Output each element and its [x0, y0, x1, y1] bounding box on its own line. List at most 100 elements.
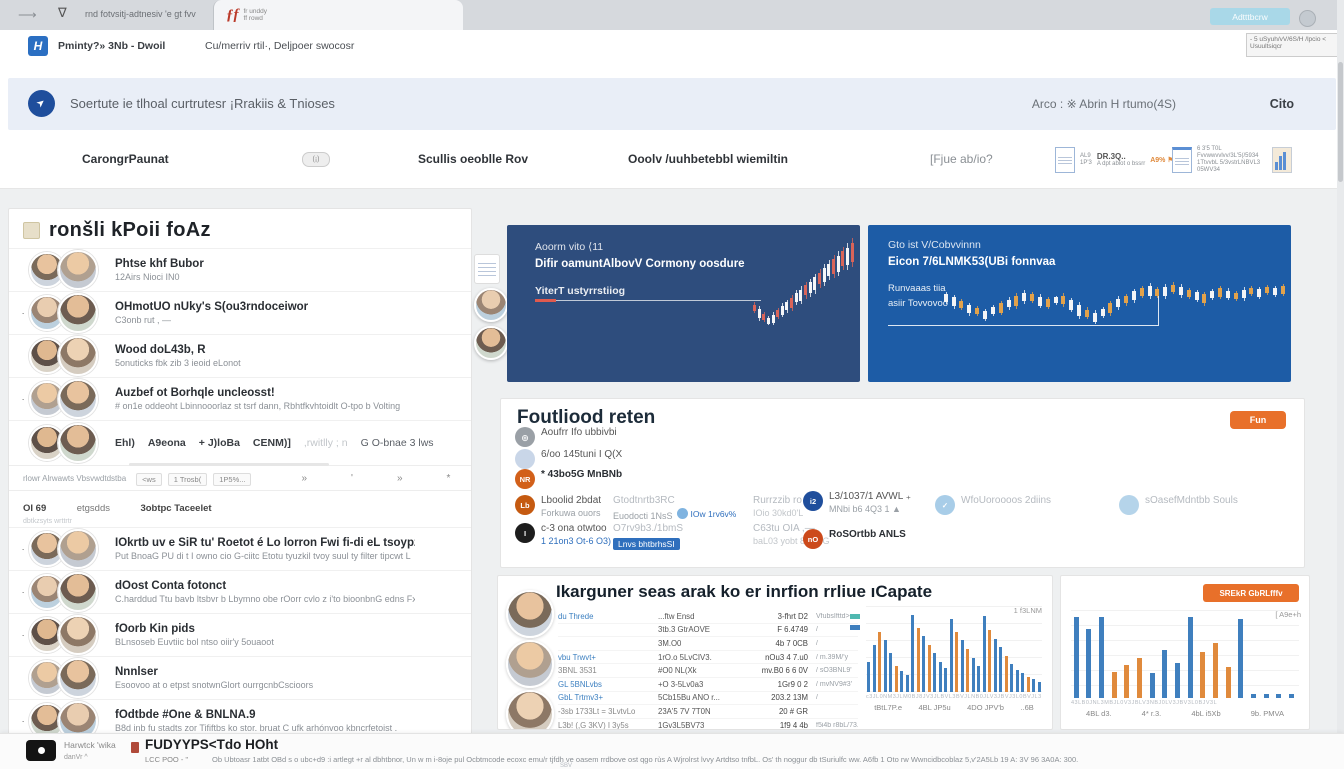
cell-change: / m.39M/'y	[808, 654, 858, 661]
market-table-row[interactable]: 3tb.3 GtrAOVEF 6.4749/	[558, 624, 858, 638]
watchlist-item-icon: I	[515, 523, 535, 543]
person-row[interactable]: ∙dOost Conta fotonctC.harddud Ttu bavb l…	[9, 570, 471, 613]
cell-change: /	[808, 694, 858, 701]
market-table-row[interactable]: 3M.O04b 7 0CB/	[558, 637, 858, 651]
market-avatar[interactable]	[506, 690, 554, 730]
nav-item-1[interactable]: CarongrPaunat	[82, 152, 169, 166]
market-table-row[interactable]: GbL Trtmv3+5Cb15Bu ANO r...203.2 13M/	[558, 692, 858, 706]
market-table-row[interactable]: 3BNL 3531#O0 NL(Xkmv.B0 6 6 0V/ sO3BNL9'	[558, 664, 858, 678]
person-row[interactable]: Wood doL43b, R5onuticks fbk zib 3 ieoid …	[9, 334, 471, 377]
market-table-row[interactable]: vbu Trwvt+1rO.o 5LvCIV3.nOu3 4 7.u0/ m.3…	[558, 651, 858, 665]
hero-left-link[interactable]: YiterT ustyrrstiiog	[535, 285, 625, 297]
person-name[interactable]: fOdtbde #One & BNLNA.9	[115, 709, 397, 721]
nav-item-2[interactable]: Scullis oeoblle Rov	[418, 152, 528, 166]
market-table-row[interactable]: du Threde...ftw Ensd3-fhrt D2VfubsIfttd>	[558, 610, 858, 624]
market-table-row[interactable]: GL 5BNLvbs+O 3-5Lv0a31Gr9 0 2/ mvNV9#3'	[558, 678, 858, 692]
market-table-row[interactable]: -3sb 1733Lt = 3LvtvLo23A'5 7V 7T0N20 # G…	[558, 705, 858, 719]
person-row[interactable]: ∙Auzbef ot Borhqle uncleosst!# on1e odde…	[9, 377, 471, 420]
person-subtitle: B8d inb fu stadts zor Tififtbs ko stor. …	[115, 723, 397, 733]
pager-pill[interactable]: 1 Trosb(	[168, 473, 208, 486]
person-name[interactable]: IOkrtb uv e SiR tu' Roetot é Lo lorron F…	[115, 537, 415, 549]
person-name[interactable]: dOost Conta fotonct	[115, 580, 415, 592]
watchlist-item[interactable]: nORoSOrtbb ANLS	[803, 529, 906, 549]
floating-avatar[interactable]	[474, 288, 508, 322]
market-table-row[interactable]: L3b! (,G 3KV) I 3y5s1Gv3L5BV731f9 4 4bf5…	[558, 719, 858, 730]
pager-pill[interactable]: <ws	[136, 473, 162, 486]
profile-circle-icon[interactable]	[1299, 10, 1316, 27]
person-row[interactable]: Phtse khf Bubor 12Airs Nioci IN0	[9, 248, 471, 291]
hero-card-futures[interactable]: Gto ist V/Cobvvinnn Eicon 7/6LNMK53(UBi …	[868, 225, 1291, 382]
cookie-vendor-label: Harwtck 'wika	[64, 740, 116, 750]
watchlist-item[interactable]: LbLboolid 2bdatForkuwa ouors	[515, 495, 601, 518]
back-arrow-icon[interactable]: ⟶	[18, 7, 37, 23]
pager-arrow[interactable]: »	[301, 473, 307, 484]
person-row[interactable]: ∙IOkrtb uv e SiR tu' Roetot é Lo lorron …	[9, 527, 471, 570]
watchlist-item[interactable]: ◎Aoufrr Ifo ubbivbi	[515, 427, 617, 447]
watchlist-item[interactable]: Ic-3 ona otwtoo1 21on3 Ot-6 O3) ▾	[515, 523, 618, 547]
person-name[interactable]: Auzbef ot Borhqle uncleosst!	[115, 387, 400, 399]
watchlist-item-label: WfoUoroooos 2diins	[961, 495, 1051, 506]
watchlist-item[interactable]: NR* 43bo5G MnBNb	[515, 469, 622, 489]
nav-item-4[interactable]: [Fjue ab/io?	[930, 152, 993, 166]
pager-pill[interactable]: 1P5%...	[213, 473, 251, 486]
axis-label: ..6B	[1020, 703, 1033, 712]
cell-symbol: L3b! (,G 3KV) I 3y5s	[558, 721, 658, 730]
browser-tab-active[interactable]: ƒf fr unddy ff rowd	[213, 0, 463, 30]
pager-arrow[interactable]: »	[397, 473, 403, 484]
market-mini-widget-2[interactable]: 6 3'5 T0L Fvvwwvvlvv/3L'5(/5934 1TtvvbL …	[1172, 142, 1292, 178]
floating-list-icon[interactable]	[474, 254, 500, 284]
scrollbar-thumb[interactable]	[1338, 62, 1343, 182]
people-stats-row[interactable]: Ehl)A9eona+ J)loBaCENM)],rwitlly ; nG O-…	[9, 420, 471, 465]
hero-card-commodity[interactable]: Aoorm vito ⟨11 Difir oamuntAlbovV Cormon…	[507, 225, 860, 382]
browser-tab-inactive[interactable]: rnd fotvsitj-adtnesiv 'e gt fvv	[85, 9, 205, 19]
watchlist-item[interactable]: i2L3/1037/1 AVWL ₊MNbi b6 4Q3 1 ▲	[803, 491, 911, 514]
pager-arrow[interactable]: *	[447, 473, 451, 484]
market-avatar[interactable]	[506, 640, 554, 688]
toolbar-breadcrumb[interactable]: Pminty?» 3Nb - Dwoil	[58, 40, 165, 52]
cell-symbol: GL 5BNLvbs	[558, 680, 658, 689]
watchlist-item-icon	[515, 449, 535, 469]
watchlist-item-sub: MNbi b6 4Q3 1 ▲	[829, 504, 911, 514]
person-name[interactable]: Phtse khf Bubor	[115, 258, 204, 270]
person-name[interactable]: fOorb Kin pids	[115, 623, 274, 635]
cookie-dropdown[interactable]: danVr ^	[64, 754, 88, 761]
watchlist-item[interactable]: O7rv9b3./1bmSLnvs bhtbrhsSI	[613, 523, 683, 552]
signin-button[interactable]: Adtttbcrw	[1210, 8, 1290, 25]
browser-toolbar: H Pminty?» 3Nb - Dwoil Cu/merriv rtil·, …	[0, 30, 1344, 63]
person-subtitle: Put BnoaG PU di t I owno cio G-ciitc Eto…	[115, 551, 415, 561]
chart-action-button[interactable]: SREkR GbRLfffv	[1203, 584, 1299, 602]
watchlist-item-badge: IOw 1rv6v%	[677, 508, 737, 519]
rank-marker: ∙	[17, 716, 29, 726]
avatar	[58, 572, 98, 612]
watchlist-item[interactable]: Gtodtnrtb3RCEuodocti 1NsSIOw 1rv6v%	[613, 495, 736, 521]
person-row[interactable]: ∙fOorb Kin pidsBLnsoseb Euvtiic bol ntso…	[9, 613, 471, 656]
filter-funnel-icon[interactable]: ∇	[58, 5, 67, 21]
watchlist-item[interactable]: 6/oo 145tuni I Q(X	[515, 449, 622, 469]
mini-chart-icon	[1172, 147, 1192, 173]
person-subtitle: C.harddud Ttu bavb ltsbvr b Lbymno obe r…	[115, 594, 415, 604]
watchlist-item-tag[interactable]: Lnvs bhtbrhsSI	[613, 538, 680, 550]
floating-avatar[interactable]	[474, 326, 508, 360]
scrollbar-horizontal[interactable]	[129, 463, 329, 466]
cell-change: /	[808, 640, 858, 647]
person-subtitle: 12Airs Nioci IN0	[115, 272, 204, 282]
person-name[interactable]: OHmotUO nUky's S(ou3rndoceiwor	[115, 301, 308, 313]
nav-chip-icon[interactable]: (¡)	[302, 152, 330, 167]
banner-close-button[interactable]: Cito	[1270, 97, 1294, 111]
header-subtext: dbtkzsyts wrttrtr	[23, 518, 457, 525]
banner-link[interactable]: Arco : ※ Abrin H rtumo(4S)	[1032, 97, 1176, 111]
watchlist-item[interactable]: ✓WfoUoroooos 2diins	[935, 495, 1051, 515]
site-logo[interactable]: H	[28, 36, 48, 56]
person-name[interactable]: Wood doL43b, R	[115, 344, 241, 356]
market-avatar[interactable]	[506, 590, 554, 638]
nav-item-3[interactable]: Ooolv /uuhbetebbl wiemiltin	[628, 152, 788, 166]
person-row[interactable]: NnnlserEsoovoo at o etpst snotwnGlort ou…	[9, 656, 471, 699]
axis-label: 4DO JPV'b	[967, 703, 1004, 712]
record-icon[interactable]	[26, 740, 56, 761]
person-name[interactable]: Nnnlser	[115, 666, 313, 678]
watchlist-item[interactable]: sOasefMdntbb Souls	[1119, 495, 1238, 515]
cell-name: 5Cb15Bu ANO r...	[658, 693, 750, 702]
pager-arrow[interactable]: '	[351, 473, 353, 484]
market-mini-widget-1[interactable]: AL91P'3 DR.3Q.. A dpt ablot o bssrr A9% …	[1055, 142, 1174, 178]
person-row[interactable]: ∙OHmotUO nUky's S(ou3rndoceiworC3onb rut…	[9, 291, 471, 334]
